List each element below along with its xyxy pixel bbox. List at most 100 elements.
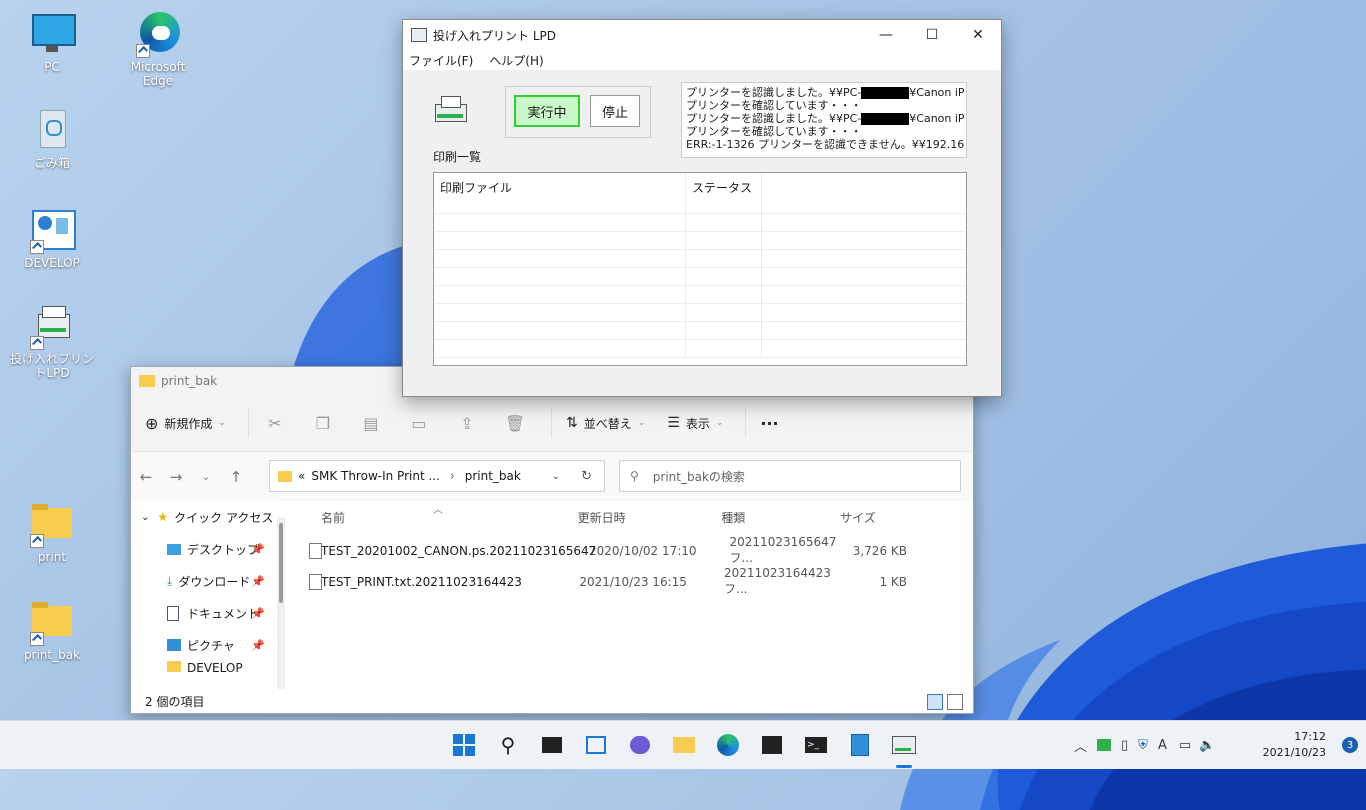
toolbar-divider xyxy=(247,408,249,438)
sort-button[interactable]: ⇅ 並べ替え ⌄ xyxy=(566,415,645,432)
nav-item-downloads[interactable]: ⤓ ダウンロード 📌 xyxy=(131,565,281,597)
run-button[interactable]: 実行中 xyxy=(514,95,580,127)
close-icon[interactable]: ✕ xyxy=(955,20,1001,50)
nav-item-pictures[interactable]: ピクチャ 📌 xyxy=(131,629,281,661)
desktop-icon-recycle-bin[interactable]: ごみ箱 xyxy=(10,106,94,170)
lpd-title: 投げ入れプリント LPD xyxy=(433,28,556,43)
column-label: 種類 xyxy=(721,510,746,525)
forward-arrow-icon[interactable]: → xyxy=(161,468,191,486)
notepad-icon[interactable] xyxy=(846,731,874,759)
minimize-icon[interactable]: — xyxy=(863,20,909,50)
search-input[interactable]: ⚲ print_bakの検索 xyxy=(619,460,961,492)
cut-icon[interactable]: ✂ xyxy=(263,412,287,434)
redaction-bar xyxy=(861,87,910,99)
column-header-status[interactable]: ステータス xyxy=(686,173,762,213)
print-list-grid[interactable]: 印刷ファイル ステータス xyxy=(433,172,967,366)
log-text: プリンターを認識しました。¥¥PC- xyxy=(686,112,862,125)
desktop-icon-label: DEVELOP xyxy=(24,256,80,270)
task-view-icon[interactable] xyxy=(538,731,566,759)
pin-icon[interactable]: 📌 xyxy=(251,543,265,556)
chevron-up-icon[interactable]: ︿ xyxy=(1074,736,1087,755)
printer-icon[interactable] xyxy=(890,731,918,759)
scrollbar-thumb[interactable] xyxy=(279,523,283,603)
refresh-icon[interactable]: ↻ xyxy=(581,469,592,484)
printer-icon xyxy=(411,28,427,42)
address-box[interactable]: « SMK Throw-In Print ... › print_bak ⌄ ↻ xyxy=(269,460,605,492)
clock[interactable]: 17:12 2021/10/23 xyxy=(1263,729,1326,761)
rename-icon[interactable]: ▭ xyxy=(407,412,431,434)
nav-item-develop[interactable]: DEVELOP xyxy=(131,661,281,675)
pin-icon[interactable]: 📌 xyxy=(251,639,265,652)
nav-item-documents[interactable]: ドキュメント 📌 xyxy=(131,597,281,629)
file-row[interactable]: TEST_20201002_CANON.ps.20211023165647 20… xyxy=(301,535,907,566)
usb-icon[interactable]: ▯ xyxy=(1121,738,1128,753)
quick-access-item[interactable]: ⌄ ★ クイック アクセス xyxy=(131,501,281,533)
search-icon[interactable]: ⚲ xyxy=(494,731,522,759)
details-view-icon[interactable] xyxy=(927,694,943,710)
breadcrumb-separator-icon: › xyxy=(449,469,455,483)
maximize-icon[interactable]: ☐ xyxy=(909,20,955,50)
chat-icon[interactable] xyxy=(626,731,654,759)
lpd-title-bar: 投げ入れプリント LPD — ☐ ✕ xyxy=(403,20,1001,50)
log-text: ¥Canon iP xyxy=(909,86,965,99)
pin-icon[interactable]: 📌 xyxy=(251,607,265,620)
breadcrumb-segment[interactable]: SMK Throw-In Print ... xyxy=(311,469,440,483)
stop-button[interactable]: 停止 xyxy=(590,95,640,127)
file-row[interactable]: TEST_PRINT.txt.20211023164423 2021/10/23… xyxy=(301,566,907,597)
volume-icon[interactable]: 🔈 xyxy=(1199,738,1215,753)
search-icon: ⚲ xyxy=(630,469,639,483)
security-shield-icon[interactable]: ⛨ xyxy=(1138,738,1148,753)
breadcrumb-segment[interactable]: print_bak xyxy=(465,469,521,483)
paste-icon[interactable]: ▤ xyxy=(359,412,383,434)
printer-icon xyxy=(28,302,76,350)
desktop-icon-develop[interactable]: DEVELOP xyxy=(10,206,94,270)
column-header-print-file[interactable]: 印刷ファイル xyxy=(434,173,686,213)
desktop-icon-lpd[interactable]: 投げ入れプリントLPD xyxy=(10,302,94,380)
tray-printer-icon[interactable] xyxy=(1097,739,1112,751)
back-arrow-icon[interactable]: ← xyxy=(131,468,161,486)
grid-row xyxy=(434,250,966,268)
view-button[interactable]: ☰ 表示 ⌄ xyxy=(667,415,723,432)
share-icon[interactable]: ⇪ xyxy=(455,412,479,434)
nav-item-label: ピクチャ xyxy=(187,638,235,653)
delete-icon[interactable]: 🗑 xyxy=(503,412,527,434)
explorer-window: print_bak ⊕ 新規作成 ⌄ ✂ ❐ ▤ ▭ ⇪ 🗑 ⇅ 並べ替え ⌄ … xyxy=(130,366,974,714)
tiles-view-icon[interactable] xyxy=(947,694,963,710)
new-button[interactable]: ⊕ 新規作成 ⌄ xyxy=(145,414,226,433)
log-output[interactable]: プリンターを認識しました。¥¥PC- ¥Canon iP プリンターを確認していま… xyxy=(681,82,967,158)
desktop-icon-pc[interactable]: PC xyxy=(10,10,94,74)
file-explorer-icon[interactable] xyxy=(670,731,698,759)
grid-row xyxy=(434,214,966,232)
menu-help[interactable]: ヘルプ(H) xyxy=(489,52,543,69)
file-type: 20211023165647 フ... xyxy=(729,535,837,565)
sort-button-label: 並べ替え xyxy=(583,416,632,431)
start-icon[interactable] xyxy=(450,731,478,759)
notification-badge[interactable]: 3 xyxy=(1342,737,1358,753)
column-header-size[interactable]: サイズ xyxy=(836,509,907,526)
desktop-icon-edge[interactable]: Microsoft Edge xyxy=(116,10,200,88)
edge-icon[interactable] xyxy=(714,731,742,759)
more-button[interactable]: ··· xyxy=(760,414,778,433)
recent-chevron-icon[interactable]: ⌄ xyxy=(191,472,221,483)
desktop-icon-print[interactable]: print xyxy=(10,500,94,564)
up-arrow-icon[interactable]: ↑ xyxy=(221,468,251,486)
widgets-icon[interactable] xyxy=(582,731,610,759)
desktop-icon-print-bak[interactable]: print_bak xyxy=(10,598,94,662)
terminal-icon[interactable]: >_ xyxy=(802,731,830,759)
network-icon[interactable]: ▭ xyxy=(1179,738,1191,753)
file-icon xyxy=(309,573,322,590)
ime-indicator[interactable]: A xyxy=(1158,738,1167,753)
new-button-label: 新規作成 xyxy=(164,416,213,431)
store-icon[interactable] xyxy=(758,731,786,759)
nav-scrollbar[interactable] xyxy=(277,517,285,689)
nav-item-desktop[interactable]: デスクトップ 📌 xyxy=(131,533,281,565)
column-header-type[interactable]: 種類 xyxy=(715,509,836,526)
copy-icon[interactable]: ❐ xyxy=(311,412,335,434)
quick-access-label: クイック アクセス xyxy=(174,510,274,525)
column-header-date[interactable]: 更新日時 xyxy=(572,509,716,526)
menu-file[interactable]: ファイル(F) xyxy=(409,52,473,69)
pin-icon[interactable]: 📌 xyxy=(251,575,265,588)
address-overflow[interactable]: « xyxy=(298,469,305,483)
chevron-down-icon[interactable]: ⌄ xyxy=(552,471,560,482)
log-line: プリンターを認識しました。¥¥PC- ¥Canon iP xyxy=(686,112,965,125)
